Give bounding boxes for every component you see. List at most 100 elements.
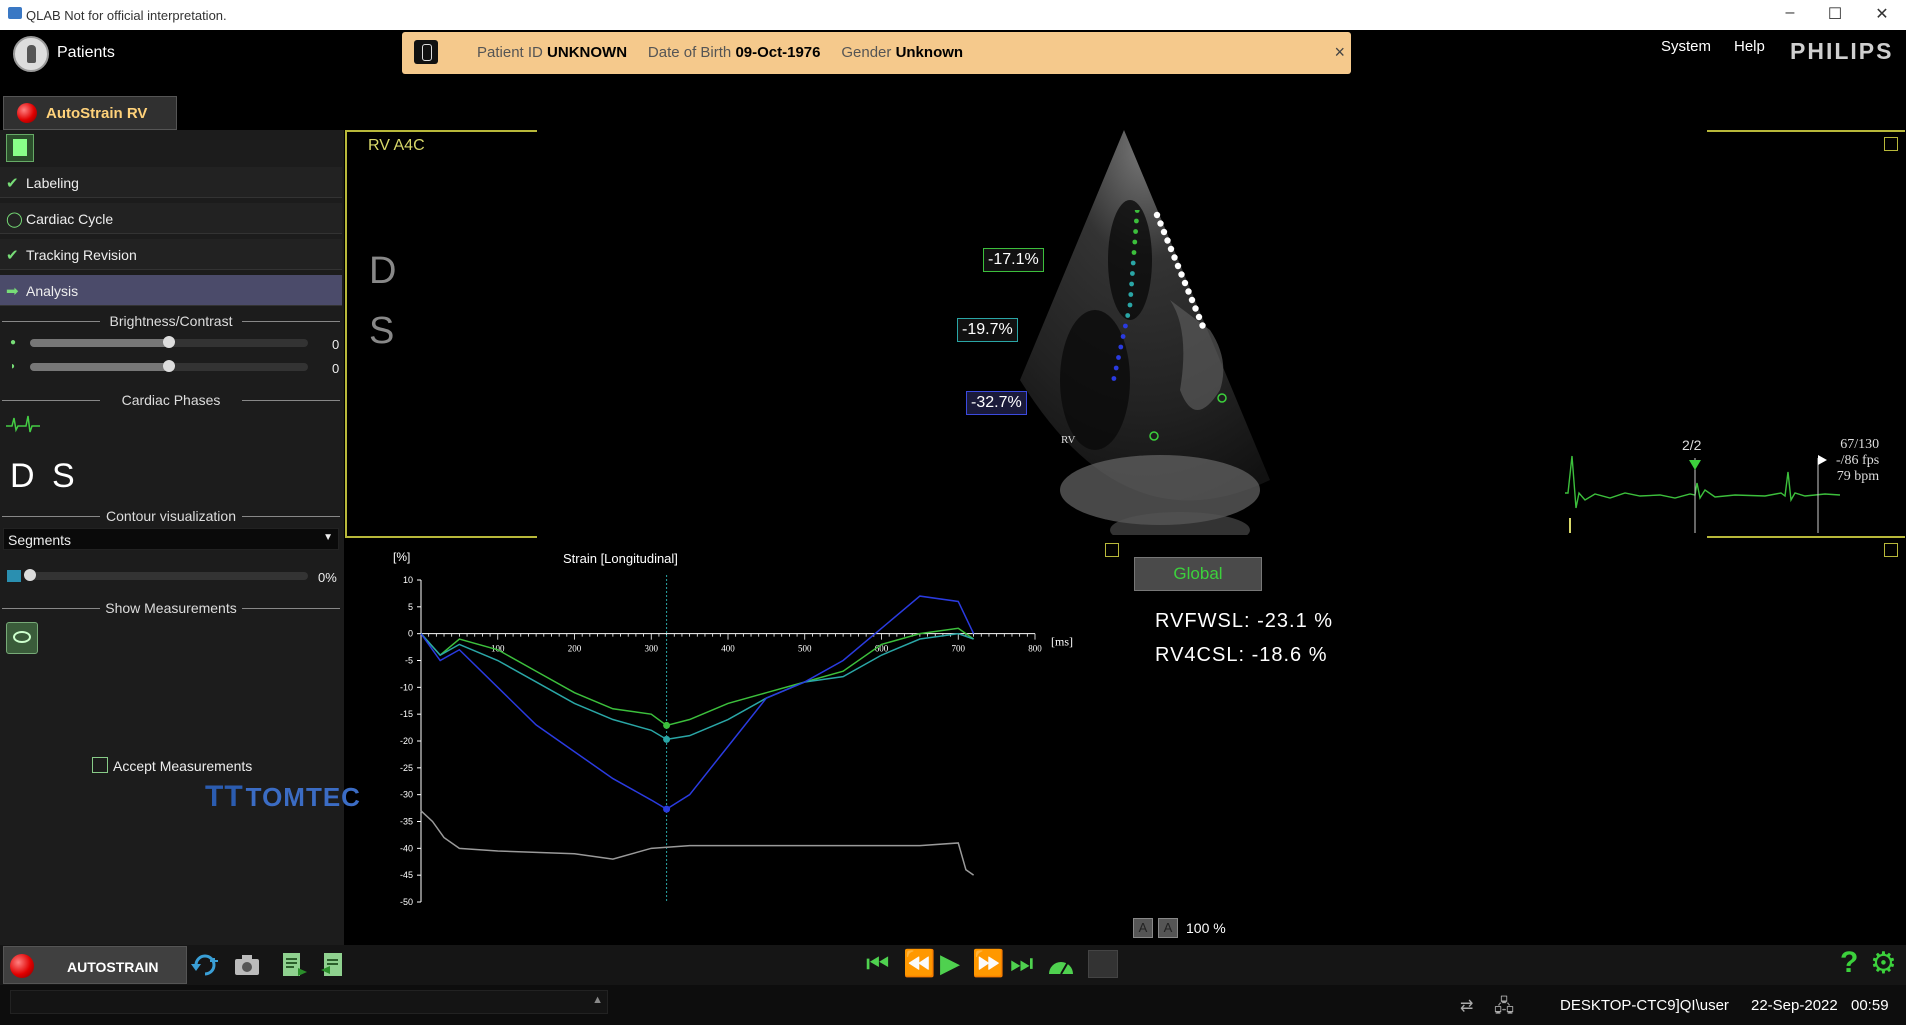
view-label: RV A4C	[368, 137, 425, 154]
step-label: Tracking Revision	[26, 247, 137, 263]
strain-chart[interactable]: Strain [Longitudinal] [%] [ms] 10 5 0 -5 -10 -15…	[385, 545, 1095, 910]
contour-opacity-slider[interactable]	[24, 569, 308, 581]
contour-point[interactable]	[1153, 211, 1161, 219]
brightness-slider[interactable]	[30, 336, 308, 348]
contour-point[interactable]	[1125, 313, 1131, 318]
contour-point[interactable]	[1185, 288, 1192, 295]
global-tab[interactable]: Global	[1134, 557, 1262, 591]
chart-title: Strain [Longitudinal]	[563, 551, 678, 566]
contour-select[interactable]: Segments ▼	[3, 528, 339, 550]
contour-point[interactable]	[1157, 220, 1164, 227]
contour-point[interactable]	[1164, 237, 1171, 244]
maximize-view-icon[interactable]	[1884, 137, 1898, 151]
contour-point[interactable]	[1118, 344, 1124, 350]
x-axis-label: [ms]	[1051, 635, 1073, 649]
close-window-button[interactable]: ✕	[1862, 4, 1902, 24]
step-tracking-revision[interactable]: ✔ Tracking Revision	[0, 239, 342, 270]
contour-point[interactable]	[1195, 313, 1203, 321]
next-frame-icon[interactable]: ⏩	[972, 948, 1004, 979]
contour-point[interactable]	[1128, 292, 1134, 297]
x-tick-label: 500	[798, 644, 812, 654]
measurement-maximize-icon[interactable]	[1884, 543, 1898, 557]
export-data-icon[interactable]	[318, 950, 348, 980]
tab-autostrain-rv[interactable]: AutoStrain RV	[3, 96, 177, 130]
maximize-button[interactable]: ☐	[1815, 4, 1855, 24]
step-cardiac-cycle[interactable]: ◯ Cardiac Cycle	[0, 203, 342, 234]
disabled-tool-icon[interactable]	[1088, 950, 1118, 978]
status-input[interactable]: ▲	[10, 990, 608, 1014]
phase-s-label: S	[369, 310, 395, 352]
cardiac-phases-display: D S	[10, 457, 79, 495]
minimize-button[interactable]: –	[1770, 4, 1810, 22]
contour-points[interactable]	[1040, 210, 1240, 460]
status-time: 00:59	[1851, 997, 1889, 1014]
check-icon: ✔	[6, 175, 19, 192]
measurement-name: RV4CSL:	[1155, 644, 1246, 666]
play-icon[interactable]: ▶	[940, 948, 960, 979]
patient-id-label: Patient ID	[477, 44, 543, 61]
ecg-icon[interactable]	[6, 414, 40, 434]
last-frame-icon[interactable]: ⏭	[1010, 948, 1033, 980]
contour-point[interactable]	[1199, 322, 1206, 329]
accept-measurements-checkbox[interactable]	[92, 757, 108, 773]
export-report-icon[interactable]	[278, 950, 308, 980]
slider-knob[interactable]	[163, 360, 175, 372]
contour-point[interactable]	[1116, 355, 1121, 360]
prev-frame-icon[interactable]: ⏪	[903, 948, 935, 979]
contour-point[interactable]	[1192, 305, 1199, 312]
contour-point[interactable]	[1131, 250, 1137, 255]
contour-point[interactable]	[1130, 271, 1135, 276]
first-frame-icon[interactable]: ⏮	[866, 948, 889, 980]
check-icon: ✔	[6, 247, 19, 264]
contour-point[interactable]	[1130, 260, 1136, 266]
menu-help[interactable]: Help	[1734, 38, 1765, 55]
show-measurements-eye-icon[interactable]	[6, 622, 38, 654]
contrast-slider[interactable]	[30, 360, 308, 372]
contour-point[interactable]	[1178, 271, 1185, 278]
contour-point[interactable]	[1167, 245, 1175, 253]
contour-point[interactable]	[1127, 302, 1133, 308]
camera-icon[interactable]	[232, 950, 262, 980]
step-analysis[interactable]: ➡ Analysis	[0, 275, 342, 306]
contour-point[interactable]	[1160, 228, 1168, 236]
contour-point[interactable]	[1113, 365, 1119, 371]
contour-point[interactable]	[1129, 281, 1134, 287]
contour-point[interactable]	[1134, 210, 1140, 213]
contour-point[interactable]	[1111, 376, 1117, 381]
reset-icon[interactable]	[190, 950, 220, 980]
measurement-value: -18.6 %	[1251, 644, 1328, 666]
gear-icon[interactable]: ⚙	[1870, 946, 1897, 981]
zoom-button-a2[interactable]: A	[1158, 918, 1178, 938]
rv-marker: RV	[1061, 434, 1076, 446]
contour-anchor-point[interactable]	[1217, 393, 1227, 403]
autostrain-button[interactable]: AUTOSTRAIN	[3, 946, 187, 984]
patients-icon[interactable]	[13, 36, 49, 72]
slider-knob[interactable]	[163, 336, 175, 348]
contour-anchor-point[interactable]	[1149, 431, 1159, 441]
cardiac-phases-heading: Cardiac Phases	[0, 392, 342, 408]
brand-logo: PHILIPS	[1790, 38, 1894, 64]
contour-point[interactable]	[1181, 279, 1189, 287]
speed-gauge-icon[interactable]	[1046, 952, 1076, 978]
report-icon[interactable]	[6, 134, 34, 162]
contour-point[interactable]	[1133, 229, 1138, 234]
contour-point[interactable]	[1123, 323, 1128, 329]
contour-point[interactable]	[1174, 262, 1182, 270]
contour-point[interactable]	[1132, 239, 1138, 245]
ecg-strip[interactable]	[1565, 448, 1840, 538]
slider-knob[interactable]	[24, 569, 36, 581]
patients-label[interactable]: Patients	[57, 44, 115, 62]
contour-point[interactable]	[1171, 254, 1178, 261]
contour-point[interactable]	[1134, 218, 1139, 224]
close-icon[interactable]: ×	[1334, 42, 1345, 63]
chart-maximize-icon[interactable]	[1105, 543, 1119, 557]
y-tick-label: 5	[408, 602, 413, 612]
menu-system[interactable]: System	[1661, 38, 1711, 55]
zoom-button-a1[interactable]: A	[1133, 918, 1153, 938]
help-icon[interactable]: ?	[1840, 946, 1858, 980]
contour-point[interactable]	[1120, 334, 1126, 339]
contour-point[interactable]	[1188, 296, 1196, 304]
app-icon	[8, 7, 22, 19]
step-labeling[interactable]: ✔ Labeling	[0, 167, 342, 198]
frame-number: 67/130	[1840, 437, 1880, 452]
